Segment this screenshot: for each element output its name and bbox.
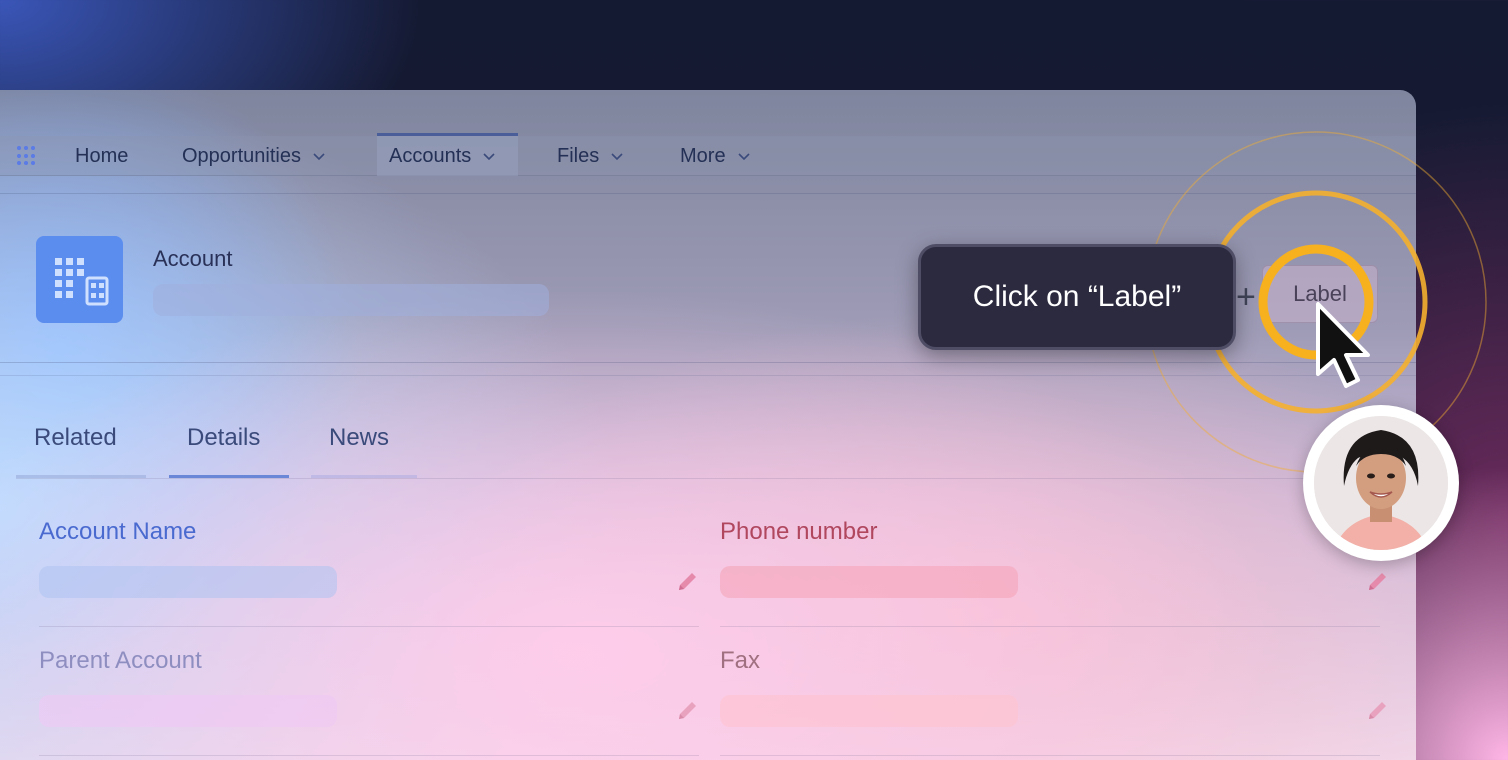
account-name-placeholder — [153, 284, 549, 316]
edit-icon[interactable] — [676, 569, 700, 593]
fax-value — [720, 695, 1018, 727]
record-type-label: Account — [153, 246, 233, 271]
divider — [0, 193, 1416, 194]
nav-item-opportunities[interactable]: Opportunities — [182, 136, 325, 176]
nav-item-home[interactable]: Home — [75, 136, 128, 176]
phone-number-value — [720, 566, 1018, 598]
nav-item-label: Opportunities — [182, 144, 301, 167]
chevron-down-icon — [313, 153, 325, 161]
avatar — [1303, 405, 1459, 561]
divider — [39, 626, 699, 627]
chevron-down-icon — [483, 153, 495, 161]
divider — [16, 478, 1386, 479]
divider — [720, 755, 1380, 756]
top-navigation: Home Opportunities Accounts Files More — [0, 133, 1416, 176]
divider — [39, 755, 699, 756]
nav-item-label: Files — [557, 144, 600, 167]
edit-icon[interactable] — [1366, 698, 1390, 722]
account-name-value — [39, 566, 337, 598]
divider — [720, 626, 1380, 627]
avatar-photo — [1314, 416, 1448, 550]
tab-details[interactable]: Details — [187, 424, 260, 452]
divider — [0, 375, 1416, 376]
add-button[interactable]: + — [1236, 278, 1256, 317]
divider — [0, 362, 1416, 363]
nav-item-label: Accounts — [389, 144, 472, 167]
field-label-parent-account: Parent Account — [39, 647, 202, 674]
nav-item-accounts[interactable]: Accounts — [377, 133, 518, 176]
building-icon — [36, 236, 123, 323]
parent-account-value — [39, 695, 337, 727]
nav-item-label: Home — [75, 144, 129, 167]
field-label-fax: Fax — [720, 647, 761, 674]
app-window: Home Opportunities Accounts Files More A… — [0, 90, 1416, 760]
edit-icon[interactable] — [676, 698, 700, 722]
app-launcher-icon[interactable] — [17, 146, 39, 166]
nav-item-label: More — [680, 144, 726, 167]
field-label-account-name: Account Name — [39, 518, 197, 545]
chevron-down-icon — [738, 153, 750, 161]
nav-item-more[interactable]: More — [680, 136, 750, 176]
nav-item-files[interactable]: Files — [557, 136, 623, 176]
tab-news[interactable]: News — [329, 424, 389, 452]
mouse-pointer-icon — [1316, 302, 1370, 388]
edit-icon[interactable] — [1366, 569, 1390, 593]
field-label-phone-number: Phone number — [720, 518, 878, 545]
tab-related[interactable]: Related — [34, 424, 117, 452]
chevron-down-icon — [611, 153, 623, 161]
instruction-tooltip: Click on “Label” — [918, 244, 1236, 350]
